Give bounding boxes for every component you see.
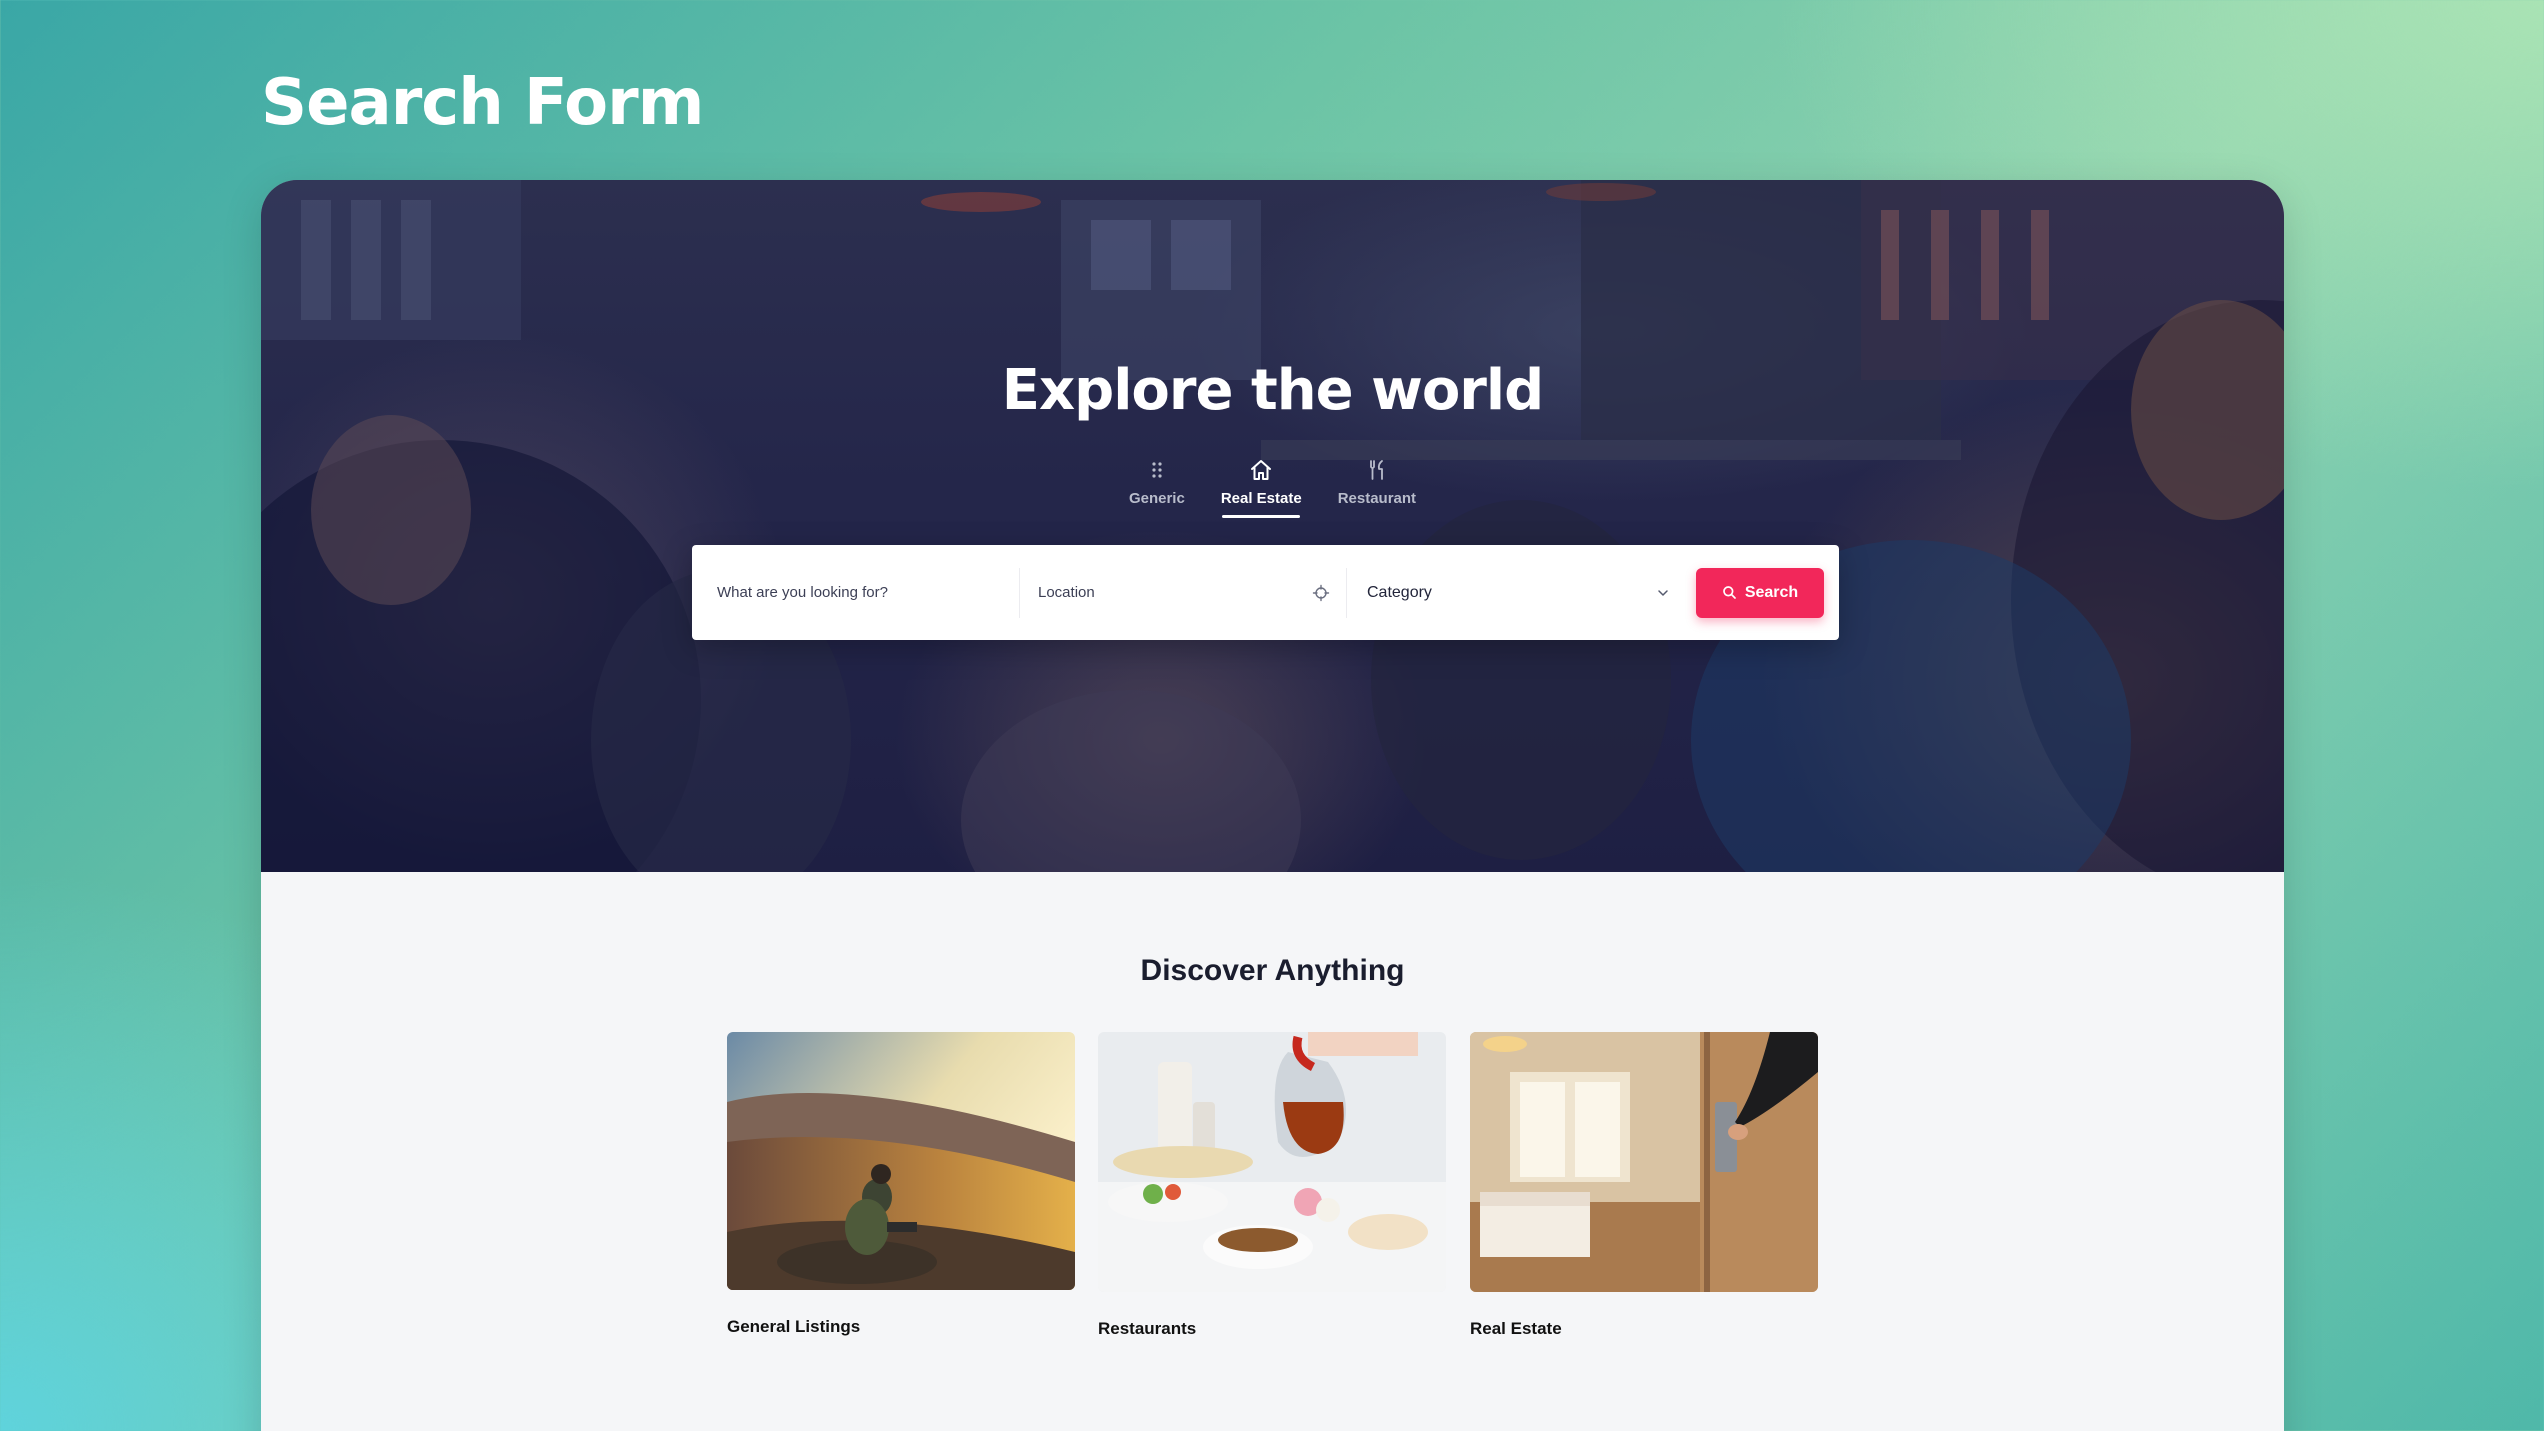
search-form: Category Search bbox=[692, 545, 1839, 640]
search-icon bbox=[1722, 586, 1736, 599]
tab-label: Real Estate bbox=[1220, 490, 1302, 507]
category-card-restaurants[interactable]: Restaurants bbox=[1098, 1032, 1446, 1339]
card-label: Real Estate bbox=[1470, 1319, 1562, 1338]
tab-label: Generic bbox=[1128, 490, 1185, 507]
cutlery-icon bbox=[1369, 460, 1383, 480]
grid-dots-icon bbox=[1152, 462, 1162, 478]
keyword-field-wrapper bbox=[692, 567, 1020, 618]
hotel-room-door-image bbox=[1470, 1032, 1818, 1292]
tea-pouring-breakfast-image bbox=[1098, 1032, 1446, 1292]
hero-background-image bbox=[261, 180, 2284, 872]
chevron-down-icon bbox=[1658, 589, 1668, 596]
category-select[interactable]: Category bbox=[1347, 568, 1685, 618]
tab-label: Restaurant bbox=[1337, 490, 1417, 507]
hero-title: Explore the world bbox=[1001, 358, 1544, 423]
page-heading: Search Form bbox=[261, 66, 704, 140]
search-button[interactable]: Search bbox=[1696, 567, 1824, 618]
hero-section: Explore the world Generic Real Estate Re… bbox=[261, 180, 2284, 872]
tab-restaurant[interactable]: Restaurant bbox=[1332, 456, 1422, 518]
crosshair-icon[interactable] bbox=[1312, 584, 1330, 602]
tab-generic[interactable]: Generic bbox=[1123, 456, 1191, 518]
location-field-wrapper bbox=[1020, 567, 1347, 618]
browser-frame: Explore the world Generic Real Estate Re… bbox=[261, 180, 2284, 1431]
search-button-label: Search bbox=[1744, 583, 1799, 601]
tab-real-estate[interactable]: Real Estate bbox=[1215, 456, 1308, 518]
home-icon bbox=[1251, 460, 1272, 480]
card-label: Restaurants bbox=[1098, 1319, 1197, 1338]
active-tab-indicator bbox=[1222, 515, 1301, 518]
card-label: General Listings bbox=[727, 1317, 861, 1336]
category-card-general-listings[interactable]: General Listings bbox=[727, 1032, 1075, 1337]
keyword-input[interactable] bbox=[717, 567, 1019, 618]
listing-type-tabs: Generic Real Estate Restaurant bbox=[261, 456, 2284, 518]
category-select-value: Category bbox=[1367, 583, 1432, 601]
discover-title: Discover Anything bbox=[1140, 954, 1405, 987]
category-card-real-estate[interactable]: Real Estate bbox=[1470, 1032, 1818, 1339]
hiker-on-mountain-image bbox=[727, 1032, 1075, 1290]
location-input[interactable] bbox=[1038, 567, 1312, 618]
